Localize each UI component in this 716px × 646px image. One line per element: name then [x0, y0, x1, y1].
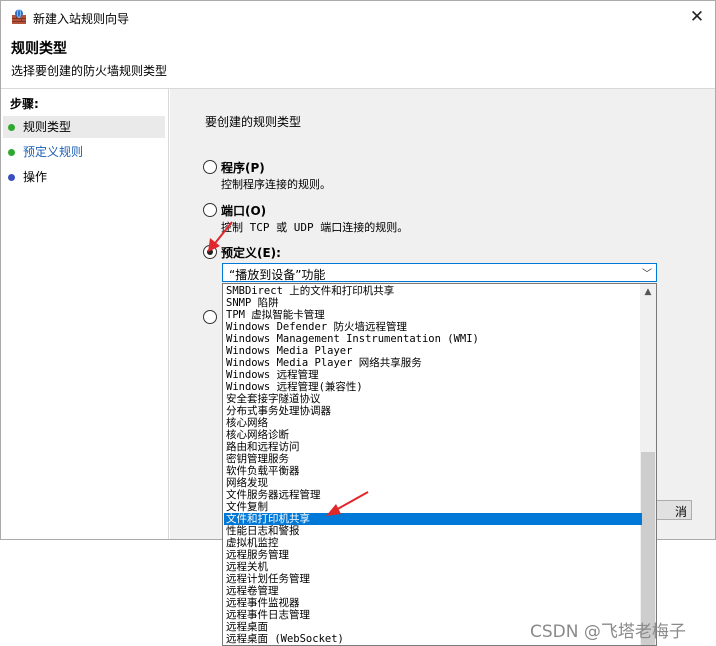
arrow-to-file-printer-item	[326, 491, 369, 516]
arrow-to-predefined-radio	[208, 221, 233, 252]
csdn-watermark: CSDN @飞塔老梅子	[530, 622, 686, 642]
annotation-arrows	[208, 221, 369, 516]
